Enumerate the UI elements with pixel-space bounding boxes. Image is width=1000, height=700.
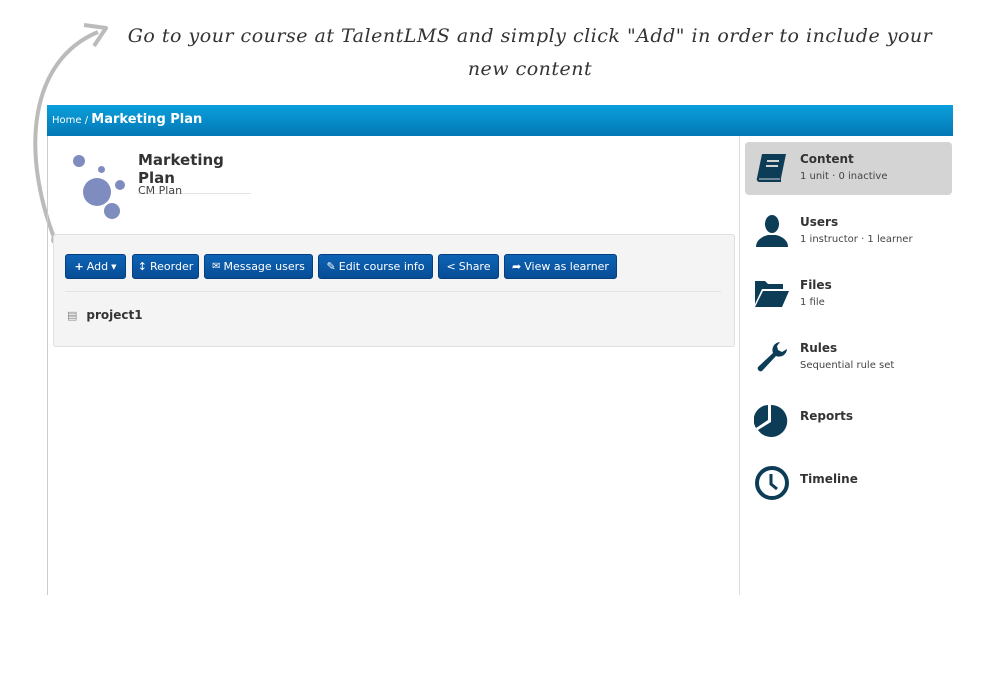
caret-down-icon: ▼: [111, 262, 117, 271]
breadcrumb-home[interactable]: Home: [52, 115, 82, 126]
user-icon: [756, 215, 788, 247]
course-content-box: + Add ▼ ↕ Reorder ✉ Message users ✎ Edit cour…: [53, 234, 735, 347]
sidebar-item-detail: Sequential rule set: [800, 360, 895, 371]
sidebar-item-rules[interactable]: Rules Sequential rule set: [745, 331, 952, 384]
message-label: Message users: [223, 260, 305, 273]
sidebar-item-detail: 1 instructor · 1 learner: [800, 234, 913, 245]
share-label: Share: [458, 260, 491, 273]
sidebar-item-timeline[interactable]: Timeline: [745, 457, 952, 510]
sidebar-item-content[interactable]: Content 1 unit · 0 inactive: [745, 142, 952, 195]
sidebar-item-files[interactable]: Files 1 file: [745, 268, 952, 321]
breadcrumb: Home / Marketing Plan: [47, 105, 953, 136]
reorder-button[interactable]: ↕ Reorder: [132, 254, 199, 279]
divider: [65, 291, 721, 292]
sidebar-item-detail: 1 unit · 0 inactive: [800, 171, 888, 182]
sidebar-item-users[interactable]: Users 1 instructor · 1 learner: [745, 205, 952, 258]
unit-book-icon: ▤: [67, 308, 78, 322]
view-label: View as learner: [524, 260, 609, 273]
share-button[interactable]: < Share: [438, 254, 499, 279]
sidebar-item-detail: 1 file: [800, 297, 825, 308]
clock-icon: [755, 466, 789, 500]
envelope-icon: ✉: [212, 261, 221, 272]
unit-item[interactable]: ▤ project1: [67, 308, 143, 322]
pie-chart-icon: [754, 404, 788, 437]
add-button[interactable]: + Add ▼: [65, 254, 126, 279]
pencil-icon: ✎: [326, 260, 336, 273]
sidebar-item-label: Reports: [800, 409, 854, 423]
instruction-caption: Go to your course at TalentLMS and simpl…: [127, 25, 933, 80]
sidebar-item-label: Rules: [800, 341, 838, 355]
share-icon: <: [446, 260, 456, 273]
sidebar-item-label: Timeline: [800, 472, 858, 486]
breadcrumb-current: Marketing Plan: [91, 112, 203, 127]
sidebar-item-reports[interactable]: Reports: [745, 394, 952, 447]
course-sidebar: Content 1 unit · 0 inactive Users 1 instru…: [739, 136, 953, 595]
sidebar-item-label: Content: [800, 152, 854, 166]
unit-name: project1: [86, 308, 143, 322]
edit-label: Edit course info: [338, 260, 425, 273]
wrench-icon: [757, 342, 787, 372]
add-label: Add: [86, 260, 109, 273]
message-users-button[interactable]: ✉ Message users: [204, 254, 313, 279]
edit-course-info-button[interactable]: ✎ Edit course info: [318, 254, 433, 279]
share-arrow-icon: ➦: [512, 260, 522, 273]
reorder-icon: ↕: [137, 260, 147, 273]
folder-open-icon: [755, 281, 789, 307]
breadcrumb-separator: /: [84, 115, 89, 126]
view-as-learner-button[interactable]: ➦ View as learner: [504, 254, 617, 279]
reorder-label: Reorder: [149, 260, 194, 273]
course-subtitle: CM Plan: [138, 184, 183, 197]
book-icon: [756, 154, 786, 182]
sidebar-item-label: Users: [800, 215, 839, 229]
course-main: Marketing Plan CM Plan + Add ▼ ↕ Reorder ✉ M…: [47, 136, 740, 595]
plus-icon: +: [74, 260, 84, 273]
sidebar-item-label: Files: [800, 278, 832, 292]
